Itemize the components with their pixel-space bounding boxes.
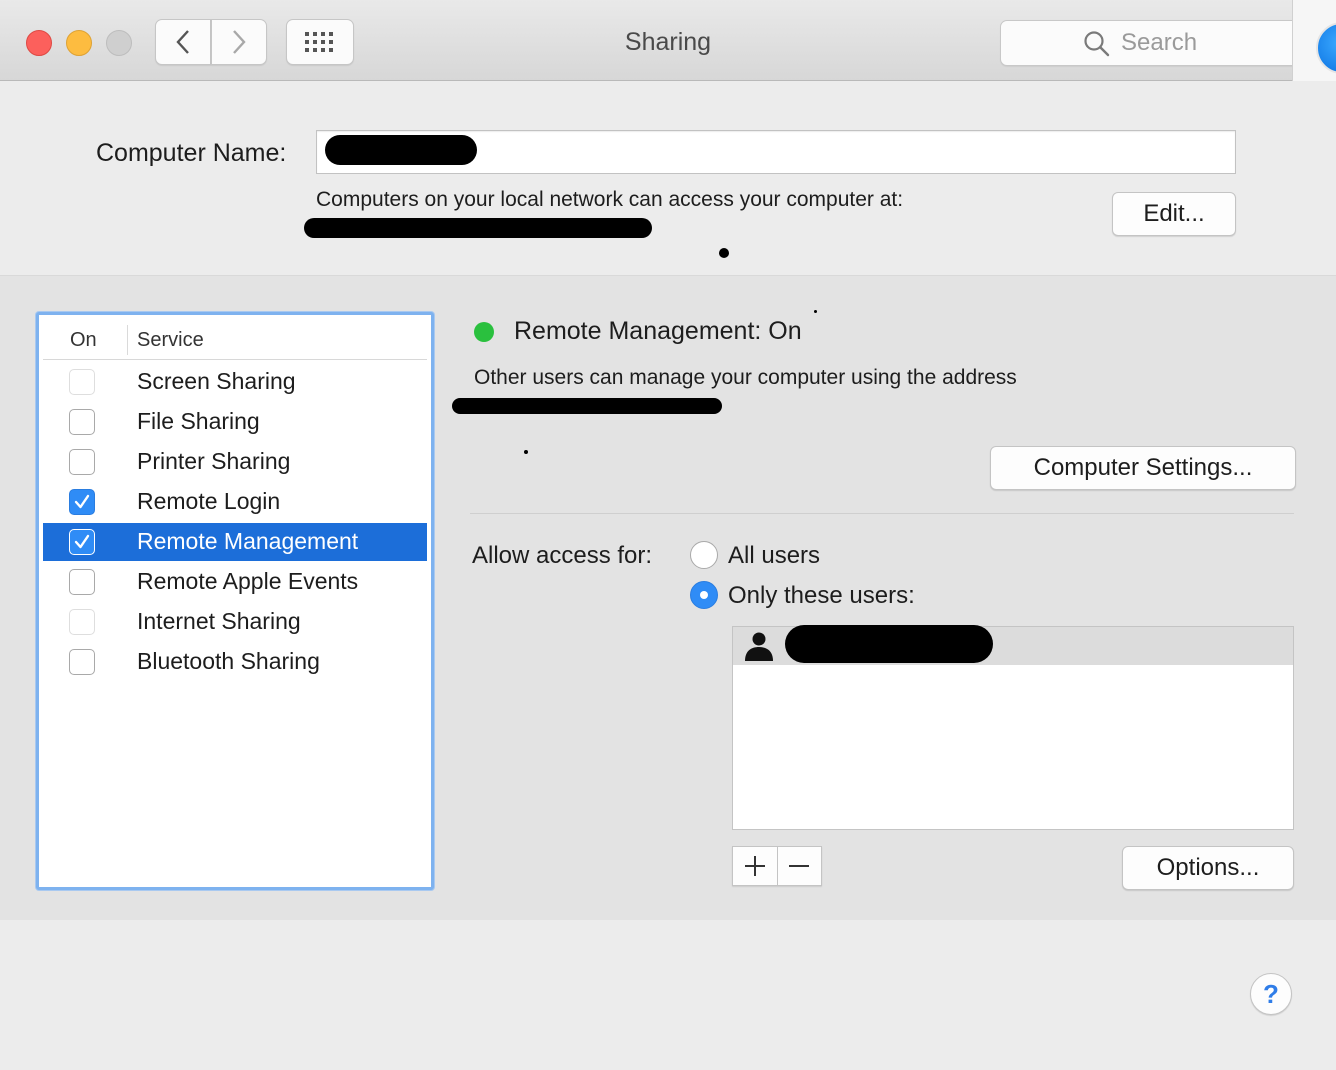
service-label: Screen Sharing: [137, 368, 296, 394]
service-label: Internet Sharing: [137, 608, 301, 634]
sharing-window: Sharing Search Computer Name: Computers …: [0, 0, 1336, 1070]
checkbox[interactable]: [69, 489, 95, 515]
service-row-remote-management[interactable]: Remote Management: [43, 523, 427, 561]
column-header-on[interactable]: On: [70, 329, 97, 352]
stray-dot: [719, 248, 729, 258]
service-row-file-sharing[interactable]: File Sharing: [43, 403, 427, 441]
only-these-users-label[interactable]: Only these users:: [728, 582, 915, 610]
close-button[interactable]: [26, 30, 52, 56]
show-all-button[interactable]: [286, 19, 354, 65]
checkbox[interactable]: [69, 529, 95, 555]
computer-name-section: Computer Name: Computers on your local n…: [0, 81, 1336, 276]
service-label: Remote Login: [137, 488, 281, 514]
checkbox[interactable]: [69, 609, 95, 635]
options-button[interactable]: Options...: [1122, 846, 1294, 890]
chevron-left-icon: [176, 30, 189, 54]
bottom-bar: ?: [0, 920, 1336, 1070]
search-field[interactable]: Search: [1000, 20, 1336, 66]
checkbox[interactable]: [69, 409, 95, 435]
column-header-service[interactable]: Service: [137, 329, 204, 352]
service-label: File Sharing: [137, 408, 260, 434]
zoom-button[interactable]: [106, 30, 132, 56]
minimize-button[interactable]: [66, 30, 92, 56]
remove-user-button[interactable]: [777, 847, 821, 885]
service-row-internet-sharing[interactable]: Internet Sharing: [43, 603, 427, 641]
local-access-text: Computers on your local network can acce…: [316, 188, 904, 211]
checkbox[interactable]: [69, 649, 95, 675]
status-text: Remote Management: On: [514, 317, 802, 345]
computer-name-label: Computer Name:: [96, 139, 287, 167]
redaction-mark: [452, 398, 722, 414]
search-placeholder: Search: [1121, 29, 1198, 56]
service-row-bluetooth-sharing[interactable]: Bluetooth Sharing: [43, 643, 427, 681]
redaction-mark: [785, 625, 993, 663]
minus-icon: [789, 865, 809, 867]
manage-address-text: Other users can manage your computer usi…: [474, 366, 1017, 389]
forward-button[interactable]: [211, 19, 267, 65]
column-divider: [127, 325, 128, 355]
checkbox[interactable]: [69, 569, 95, 595]
stray-dot: [524, 450, 528, 454]
computer-settings-button[interactable]: Computer Settings...: [990, 446, 1296, 490]
service-row-remote-login[interactable]: Remote Login: [43, 483, 427, 521]
search-icon: [1084, 31, 1110, 57]
service-label: Remote Apple Events: [137, 568, 359, 594]
only-these-users-radio[interactable]: [690, 581, 718, 609]
allowed-users-list[interactable]: [732, 625, 1294, 830]
user-row[interactable]: [733, 625, 1293, 665]
user-icon: [745, 632, 773, 661]
add-user-button[interactable]: [733, 847, 778, 885]
redaction-mark: [304, 218, 652, 238]
service-row-printer-sharing[interactable]: Printer Sharing: [43, 443, 427, 481]
allow-access-label: Allow access for:: [472, 542, 653, 569]
service-label: Bluetooth Sharing: [137, 648, 320, 674]
edit-button[interactable]: Edit...: [1112, 192, 1236, 236]
checkbox[interactable]: [69, 369, 95, 395]
service-label: Printer Sharing: [137, 448, 291, 474]
help-button[interactable]: ?: [1250, 973, 1292, 1015]
status-indicator: [474, 322, 494, 342]
all-users-radio[interactable]: [690, 541, 718, 569]
list-header: On Service: [43, 319, 427, 360]
service-row-screen-sharing[interactable]: Screen Sharing: [43, 363, 427, 401]
checkmark-icon: [74, 494, 90, 509]
computer-name-field[interactable]: [316, 130, 1236, 174]
service-label: Remote Management: [137, 528, 359, 554]
separator: [470, 513, 1294, 514]
chevron-right-icon: [233, 30, 246, 54]
plus-icon: [745, 856, 765, 876]
back-button[interactable]: [155, 19, 211, 65]
redaction-mark: [325, 135, 477, 165]
stray-dot: [814, 310, 817, 313]
toolbar: Sharing Search: [0, 0, 1336, 109]
checkmark-icon: [74, 534, 90, 549]
all-users-label[interactable]: All users: [728, 542, 820, 570]
add-remove-control: [732, 846, 822, 886]
grid-icon: [305, 32, 333, 52]
main-section: On Service Screen Sharing File Sharing P…: [0, 276, 1336, 920]
window-title: Sharing: [624, 28, 712, 56]
service-list[interactable]: On Service Screen Sharing File Sharing P…: [36, 312, 434, 890]
checkbox[interactable]: [69, 449, 95, 475]
service-row-remote-apple-events[interactable]: Remote Apple Events: [43, 563, 427, 601]
